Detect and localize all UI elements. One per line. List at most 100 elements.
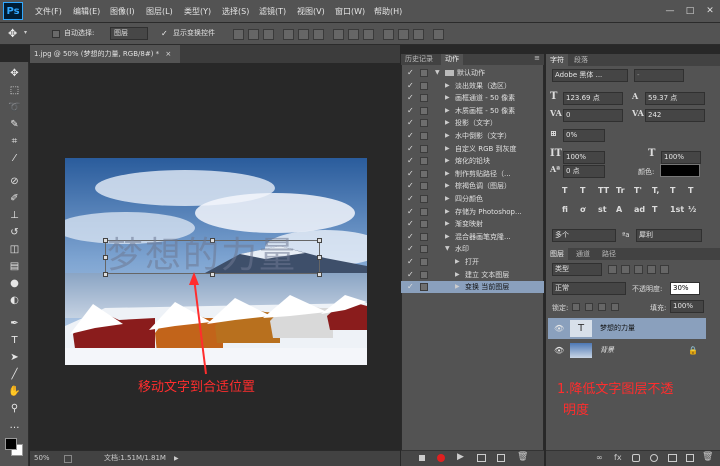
layer-style-icon[interactable]: fx — [614, 453, 622, 462]
text-style-button[interactable]: T — [562, 186, 567, 195]
tab-actions[interactable]: 动作 — [441, 54, 463, 65]
expand-triangle-icon[interactable]: ▶ — [445, 206, 450, 218]
dialog-toggle-box[interactable] — [420, 144, 428, 153]
tab-paths[interactable]: 路径 — [598, 248, 620, 260]
new-action-icon[interactable] — [497, 454, 505, 462]
horizontal-scale-field[interactable]: 100% — [661, 151, 701, 164]
action-enabled-check-icon[interactable]: ✓ — [407, 243, 416, 255]
dialog-toggle-box[interactable] — [420, 106, 428, 115]
action-row[interactable]: ✓ ▶ 渐变映射 — [401, 218, 544, 230]
layer-filter-select[interactable]: 类型 — [552, 263, 602, 276]
expand-triangle-icon[interactable]: ▶ — [445, 168, 450, 180]
link-layers-icon[interactable]: ∞ — [596, 453, 603, 462]
text-style-button[interactable]: st — [598, 205, 607, 214]
proportional-spacing-field[interactable]: 0% — [563, 129, 605, 142]
expand-triangle-icon[interactable]: ▶ — [455, 269, 460, 281]
tab-history[interactable]: 历史记录 — [401, 54, 437, 65]
action-row[interactable]: ✓ ▶ 四分颜色 — [401, 193, 544, 205]
stop-icon[interactable] — [419, 455, 425, 461]
action-row[interactable]: ✓ ▶ 淡出效果（选区） — [401, 80, 544, 92]
font-size-field[interactable]: 123.69 点 — [563, 92, 623, 105]
action-enabled-check-icon[interactable]: ✓ — [407, 180, 416, 192]
text-style-button[interactable]: fi — [562, 205, 568, 214]
new-set-icon[interactable] — [477, 454, 486, 462]
action-row[interactable]: ✓ ▶ 棕褐色调（图层） — [401, 180, 544, 192]
dialog-toggle-box[interactable] — [420, 232, 428, 241]
lock-transparent-icon[interactable] — [572, 303, 580, 311]
text-style-button[interactable]: 1st — [670, 205, 684, 214]
layer-name[interactable]: 梦想的力量 — [600, 318, 635, 339]
tab-paragraph[interactable]: 段落 — [570, 54, 592, 66]
text-style-button[interactable]: TT — [598, 186, 609, 195]
action-enabled-check-icon[interactable]: ✓ — [407, 269, 416, 281]
text-style-button[interactable]: T — [580, 186, 585, 195]
dialog-toggle-box[interactable] — [420, 195, 428, 203]
action-row[interactable]: ✓ ▶ 混合器画笔克隆... — [401, 231, 544, 243]
zoom-level[interactable]: 50% — [34, 451, 50, 466]
text-style-button[interactable]: T — [652, 205, 657, 214]
delete-layer-icon[interactable]: 🗑 — [702, 452, 713, 462]
dialog-toggle-box[interactable] — [420, 207, 428, 216]
action-row[interactable]: ✓ ▶ 木质画框 - 50 像素 — [401, 105, 544, 117]
action-row[interactable]: ✓ ▶ 存储为 Photoshop... — [401, 206, 544, 218]
action-enabled-check-icon[interactable]: ✓ — [407, 130, 416, 142]
action-enabled-check-icon[interactable]: ✓ — [407, 206, 416, 218]
filter-pixel-icon[interactable] — [608, 265, 617, 274]
trash-icon[interactable]: 🗑 — [517, 452, 528, 462]
language-select[interactable]: 多个 — [552, 229, 616, 242]
vertical-scale-field[interactable]: 100% — [563, 151, 605, 164]
opacity-field[interactable]: 30% — [670, 282, 700, 295]
tracking-field[interactable]: 242 — [645, 109, 705, 122]
text-style-button[interactable]: T — [688, 186, 693, 195]
baseline-shift-field[interactable]: 0 点 — [563, 165, 605, 178]
expand-triangle-icon[interactable]: ▶ — [445, 155, 450, 167]
action-enabled-check-icon[interactable]: ✓ — [407, 193, 416, 205]
text-style-button[interactable]: T, — [652, 186, 659, 195]
expand-triangle-open-icon[interactable]: ▼ — [435, 67, 440, 79]
font-style-select[interactable]: - — [634, 69, 684, 82]
text-style-button[interactable]: ½ — [688, 205, 696, 214]
action-enabled-check-icon[interactable]: ✓ — [407, 105, 416, 117]
tab-channels[interactable]: 通道 — [572, 248, 594, 260]
text-style-button[interactable]: ad — [634, 205, 645, 214]
expand-triangle-icon[interactable]: ▶ — [445, 180, 450, 192]
text-style-button[interactable]: T' — [634, 186, 642, 195]
add-mask-icon[interactable] — [632, 454, 640, 462]
action-row[interactable]: ✓ ▶ 熔化的铅块 — [401, 155, 544, 167]
action-enabled-check-icon[interactable]: ✓ — [407, 168, 416, 180]
dialog-toggle-box[interactable] — [420, 119, 428, 128]
leading-field[interactable]: 59.37 点 — [645, 92, 705, 105]
kerning-field[interactable]: 0 — [563, 109, 623, 122]
dialog-toggle-box[interactable] — [420, 258, 428, 266]
action-enabled-check-icon[interactable]: ✓ — [407, 117, 416, 129]
action-enabled-check-icon[interactable]: ✓ — [407, 143, 416, 155]
lock-all-icon[interactable] — [611, 303, 619, 311]
adjustment-layer-icon[interactable] — [650, 454, 658, 462]
action-row[interactable]: ✓ ▶ 自定义 RGB 到灰度 — [401, 143, 544, 155]
dialog-toggle-box[interactable] — [420, 94, 428, 103]
filter-adjustment-icon[interactable] — [621, 265, 630, 274]
action-row[interactable]: ✓ ▶ 投影（文字） — [401, 117, 544, 129]
tab-character[interactable]: 字符 — [546, 54, 568, 66]
expand-triangle-icon[interactable]: ▶ — [445, 117, 450, 129]
expand-triangle-icon[interactable]: ▶ — [445, 80, 450, 92]
dialog-toggle-box[interactable] — [420, 283, 428, 292]
record-icon[interactable] — [437, 454, 445, 462]
text-style-button[interactable]: A — [616, 205, 622, 214]
expand-triangle-open-icon[interactable]: ▼ — [445, 243, 450, 255]
expand-triangle-icon[interactable]: ▶ — [445, 92, 450, 104]
play-icon[interactable]: ▶ — [457, 452, 464, 462]
text-style-button[interactable]: Tr — [616, 186, 625, 195]
dialog-toggle-box[interactable] — [420, 132, 428, 140]
dialog-toggle-box[interactable] — [420, 220, 428, 229]
expand-triangle-icon[interactable]: ▶ — [445, 193, 450, 205]
dialog-toggle-box[interactable] — [420, 157, 428, 166]
expand-triangle-icon[interactable]: ▶ — [445, 218, 450, 230]
fill-field[interactable]: 100% — [670, 300, 704, 313]
text-style-button[interactable]: ơ — [580, 205, 586, 214]
expand-triangle-icon[interactable]: ▶ — [455, 281, 460, 293]
tab-layers[interactable]: 图层 — [546, 248, 568, 260]
lock-pixels-icon[interactable] — [585, 303, 593, 311]
action-row[interactable]: ✓ ▶ 制作剪贴路径（... — [401, 168, 544, 180]
expand-triangle-icon[interactable]: ▶ — [455, 256, 460, 268]
